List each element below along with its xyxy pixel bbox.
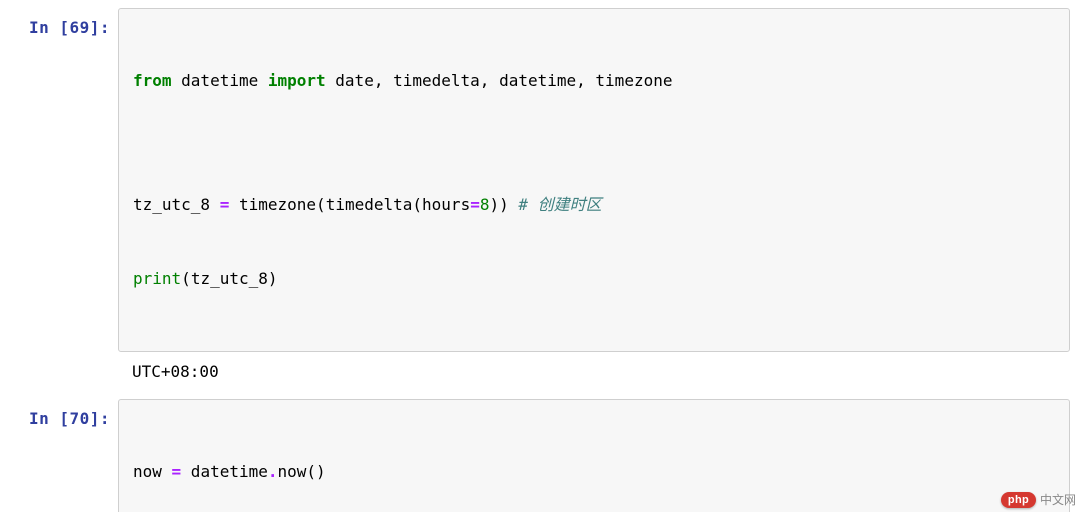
code-input[interactable]: from datetime import date, timedelta, da… (118, 8, 1070, 352)
cell-prompt: In [70]: (6, 399, 118, 428)
cell-70: In [70]: now = datetime.now() print(now)… (6, 399, 1070, 512)
comment: # 创建时区 (518, 195, 601, 214)
watermark-pill: php (1001, 492, 1036, 508)
cell-prompt: In [69]: (6, 8, 118, 37)
keyword-import: import (268, 71, 326, 90)
watermark-badge: php 中文网 (1001, 491, 1076, 508)
builtin-print: print (133, 269, 181, 288)
notebook-container: In [69]: from datetime import date, time… (0, 0, 1080, 512)
cell-output: UTC+08:00 (118, 352, 1070, 397)
watermark-text: 中文网 (1040, 491, 1076, 508)
code-input[interactable]: now = datetime.now() print(now) (118, 399, 1070, 512)
keyword-from: from (133, 71, 172, 90)
cell-69: In [69]: from datetime import date, time… (6, 8, 1070, 397)
